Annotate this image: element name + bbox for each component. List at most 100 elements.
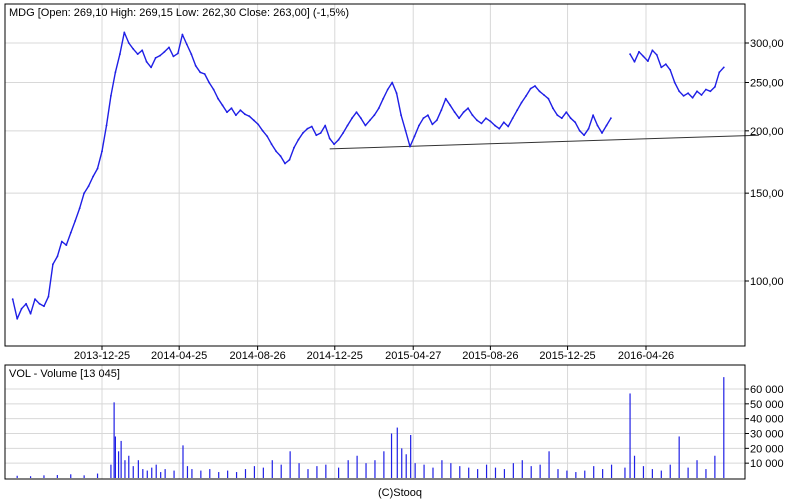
price-point xyxy=(25,302,27,305)
price-point xyxy=(592,114,594,117)
price-point xyxy=(52,263,54,266)
price-point xyxy=(306,127,309,130)
price-point xyxy=(69,231,72,234)
price-point xyxy=(145,60,148,63)
price-y-tick-label: 100,00 xyxy=(750,276,784,288)
price-point xyxy=(660,66,663,69)
price-point xyxy=(651,49,654,52)
price-point xyxy=(284,162,286,165)
price-point xyxy=(547,97,550,100)
price-point xyxy=(346,124,349,127)
price-point xyxy=(673,81,676,84)
price-point xyxy=(409,145,411,148)
price-point xyxy=(507,125,510,128)
price-point xyxy=(154,57,157,59)
price-point xyxy=(105,124,108,127)
price-point xyxy=(319,132,322,134)
price-point xyxy=(65,244,68,247)
price-point xyxy=(709,90,712,93)
stock-chart: 300,00 250,00 200,00 150,00 100,00 2013-12-2… xyxy=(0,0,800,500)
price-point xyxy=(114,71,117,74)
price-point xyxy=(655,54,658,56)
price-point xyxy=(56,255,59,258)
price-point xyxy=(601,132,603,134)
price-point xyxy=(328,137,331,140)
price-point xyxy=(391,81,394,84)
price-point xyxy=(29,312,32,315)
x-tick-label: 2014-04-25 xyxy=(151,350,207,362)
price-point xyxy=(324,124,327,127)
copyright-footer: (C)Stooq xyxy=(378,487,422,499)
price-point xyxy=(150,66,153,69)
price-point xyxy=(38,302,41,305)
price-point xyxy=(172,55,175,58)
price-point xyxy=(315,134,318,137)
price-point xyxy=(418,124,420,127)
x-tick-label: 2015-12-25 xyxy=(539,350,595,362)
price-point xyxy=(226,111,228,114)
price-point xyxy=(168,46,170,49)
price-point xyxy=(480,122,483,125)
price-point xyxy=(377,107,380,110)
price-point xyxy=(560,117,563,120)
price-point xyxy=(427,114,429,117)
price-point xyxy=(687,92,689,95)
price-point xyxy=(369,119,371,122)
price-point xyxy=(556,114,559,117)
price-point xyxy=(11,298,14,300)
price-point xyxy=(534,85,536,87)
price-point xyxy=(431,123,434,126)
volume-y-tick-label: 60 000 xyxy=(750,384,784,396)
price-point xyxy=(422,117,425,120)
price-point xyxy=(43,305,45,308)
price-point xyxy=(132,48,135,50)
price-point xyxy=(83,192,85,195)
price-point xyxy=(337,138,340,141)
price-point xyxy=(194,64,197,67)
price-point xyxy=(458,117,460,120)
price-point xyxy=(525,95,527,97)
price-point xyxy=(511,117,514,120)
price-point xyxy=(587,127,590,130)
price-point xyxy=(257,123,260,126)
price-point xyxy=(565,111,568,114)
price-point xyxy=(16,317,19,320)
price-point xyxy=(78,207,81,210)
price-point xyxy=(119,53,121,55)
price-point xyxy=(696,90,698,93)
price-point xyxy=(413,135,416,138)
x-tick-label: 2016-04-26 xyxy=(618,350,674,362)
price-point xyxy=(467,107,469,110)
price-point xyxy=(471,114,474,117)
price-point xyxy=(476,119,478,122)
price-point xyxy=(718,71,721,74)
price-point xyxy=(221,104,224,107)
price-point xyxy=(610,117,612,120)
price-point xyxy=(691,96,694,99)
x-tick-label: 2013-12-25 xyxy=(74,350,130,362)
price-point xyxy=(239,109,242,112)
price-point xyxy=(395,92,398,95)
price-point xyxy=(244,113,246,116)
price-y-tick-label: 200,00 xyxy=(750,126,784,138)
price-point xyxy=(275,150,277,153)
price-point xyxy=(212,88,215,91)
price-point xyxy=(605,124,608,127)
price-point xyxy=(669,69,672,71)
price-point xyxy=(629,53,631,55)
volume-y-tick-label: 40 000 xyxy=(750,414,784,426)
price-point xyxy=(705,88,707,91)
price-point xyxy=(74,220,77,222)
price-point xyxy=(230,107,233,110)
chart-background xyxy=(0,0,800,500)
price-point xyxy=(355,111,358,114)
price-point xyxy=(678,90,681,93)
price-point xyxy=(203,73,206,75)
price-point xyxy=(647,60,649,62)
price-point xyxy=(181,33,184,36)
price-point xyxy=(141,49,144,52)
price-point xyxy=(596,124,599,127)
price-point xyxy=(529,87,532,90)
price-point xyxy=(552,107,554,110)
price-point xyxy=(382,97,385,100)
